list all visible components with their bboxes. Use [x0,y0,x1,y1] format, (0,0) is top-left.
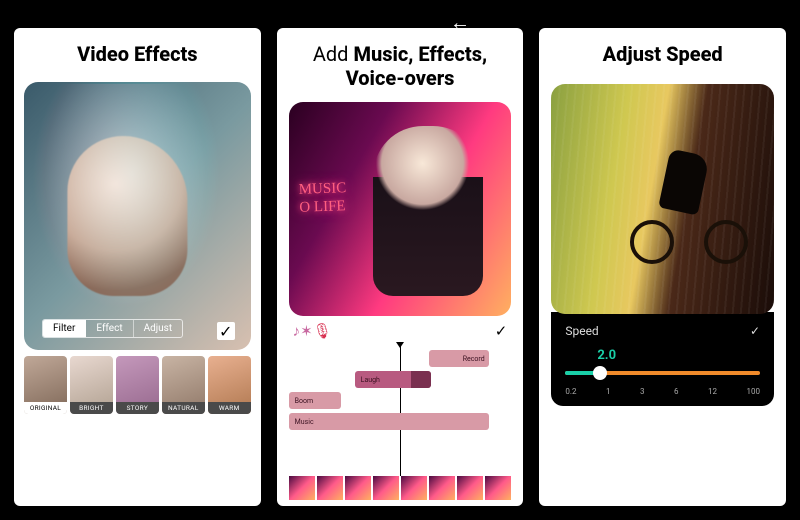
filter-thumb-label: NATURAL [162,402,205,414]
timeline-thumb[interactable] [457,476,483,500]
panel2-person-silhouette [373,126,483,296]
filter-thumbnail-strip: ORIGINALBRIGHTSTORYNATURALWARM [14,350,261,422]
confirm-speed-button[interactable]: ✓ [750,324,760,338]
speed-value: 2.0 [565,348,760,363]
track-laugh[interactable]: Laugh [355,371,431,388]
timeline-thumb[interactable] [485,476,511,500]
panel3-preview-image [551,84,774,314]
timeline-thumb[interactable] [345,476,371,500]
cyclist-silhouette [634,134,744,264]
speed-ticks: 0.2 1 3 6 12 100 [565,385,760,396]
slider-knob[interactable] [593,366,607,380]
audio-toolbar: ♪ ✶ 🎙 ✓ [277,316,524,344]
filter-thumb-warm[interactable]: WARM [208,356,251,414]
neon-sign-text: MUSIC O LIFE [298,179,347,217]
filter-thumb-label: WARM [208,402,251,414]
track-record[interactable]: Record [429,350,489,367]
timeline-thumb[interactable] [373,476,399,500]
filter-thumb-original[interactable]: ORIGINAL [24,356,67,414]
panel2-title: Add Music, Effects, Voice-overs [277,28,524,98]
panel1-preview-image: Filter Effect Adjust ✓ [24,82,251,350]
timeline-thumb[interactable] [289,476,315,500]
timeline-thumb[interactable] [317,476,343,500]
track-boom[interactable]: Boom [289,392,341,409]
filter-thumb-label: ORIGINAL [24,402,67,414]
filter-thumb-story[interactable]: STORY [116,356,159,414]
tab-adjust[interactable]: Adjust [134,320,183,337]
panel2-preview-image: MUSIC O LIFE [289,102,512,316]
speed-tick: 6 [674,387,679,396]
speed-slider[interactable] [565,365,760,381]
panels-row: Video Effects Filter Effect Adjust ✓ ORI… [0,0,800,520]
filter-thumb-label: STORY [116,402,159,414]
confirm-effects-button[interactable]: ✓ [217,322,235,340]
panel1-title: Video Effects [14,28,261,74]
tab-effect[interactable]: Effect [86,320,133,337]
speed-header: Speed ✓ [565,320,760,348]
speed-label: Speed [565,324,598,338]
panel-music-effects-voice: Add Music, Effects, Voice-overs MUSIC O … [277,28,524,506]
neon-line2: O LIFE [299,198,346,216]
track-music[interactable]: Music [289,413,489,430]
voiceover-mic-icon[interactable]: 🎙 [313,322,332,340]
confirm-audio-button[interactable]: ✓ [495,322,508,340]
panel2-title-light: Add [313,42,354,66]
speed-control-panel: Speed ✓ 2.0 0.2 1 3 6 12 100 [551,312,774,406]
speed-tick: 100 [746,387,760,396]
neon-line1: MUSIC [298,180,346,198]
panel1-person-silhouette [68,136,188,296]
panel3-title: Adjust Speed [539,28,786,74]
effect-mode-tabs: Filter Effect Adjust [42,319,183,338]
add-effect-icon[interactable]: ✶ [300,322,313,340]
panel-adjust-speed: Adjust Speed Speed ✓ 2.0 0.2 1 3 6 12 100 [539,28,786,506]
panel-video-effects: Video Effects Filter Effect Adjust ✓ ORI… [14,28,261,506]
speed-tick: 12 [708,387,717,396]
tab-filter[interactable]: Filter [43,320,86,337]
filter-thumb-natural[interactable]: NATURAL [162,356,205,414]
timeline-thumb[interactable] [429,476,455,500]
filter-thumb-bright[interactable]: BRIGHT [70,356,113,414]
speed-tick: 0.2 [565,387,576,396]
timeline-thumbnails [277,476,524,506]
timeline-thumb[interactable] [401,476,427,500]
speed-tick: 3 [640,387,645,396]
filter-thumb-label: BRIGHT [70,402,113,414]
add-music-icon[interactable]: ♪ [293,322,301,340]
playhead[interactable] [400,344,401,476]
speed-tick: 1 [606,387,611,396]
panel2-title-bold: Music, Effects, Voice-overs [346,42,488,90]
audio-track-area: Record Laugh Boom Music [277,344,524,476]
